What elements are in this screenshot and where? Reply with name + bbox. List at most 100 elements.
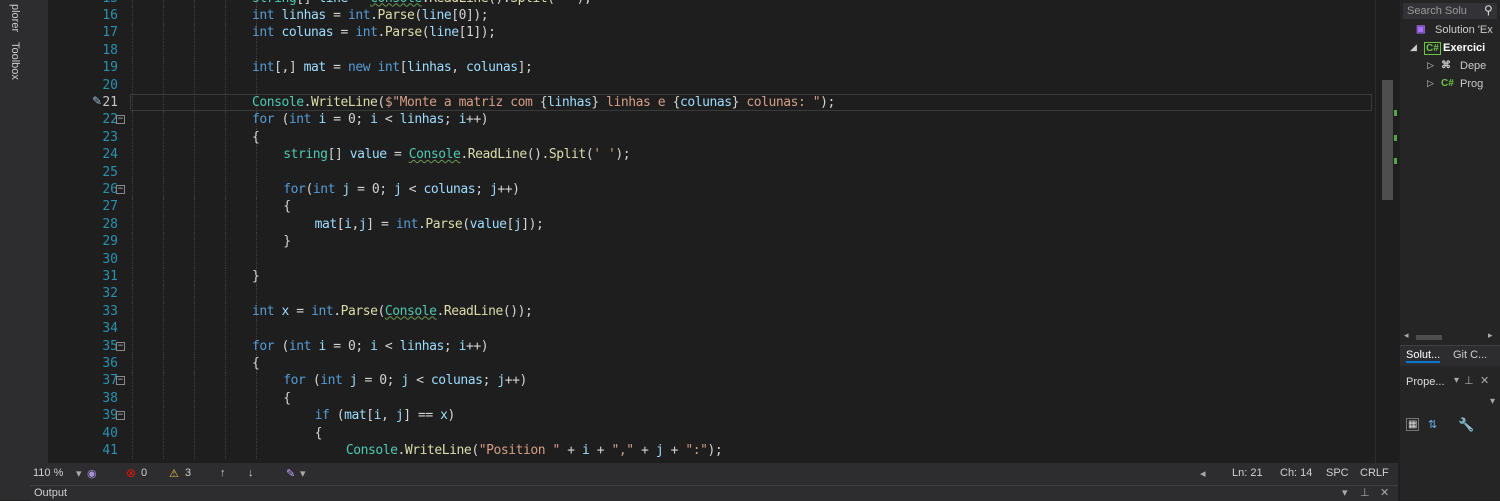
code-editor[interactable]: 15 string[] line = Console.ReadLine().Spl… xyxy=(30,0,1398,463)
code-line[interactable]: 34 xyxy=(30,320,1370,338)
properties-close-icon[interactable]: ✕ xyxy=(1480,374,1489,387)
line-number: 15 xyxy=(48,0,118,7)
code-line[interactable]: 20 xyxy=(30,76,1370,94)
code-text[interactable]: int colunas = int.Parse(line[1]); xyxy=(252,24,496,41)
code-text[interactable]: if (mat[i, j] == x) xyxy=(315,407,456,424)
code-line[interactable]: 33 int x = int.Parse(Console.ReadLine()); xyxy=(30,302,1370,321)
output-panel-title[interactable]: Output xyxy=(34,487,67,499)
code-text[interactable]: int x = int.Parse(Console.ReadLine()); xyxy=(252,303,533,320)
code-line[interactable]: 17 int colunas = int.Parse(line[1]); xyxy=(30,24,1370,42)
code-text[interactable]: { xyxy=(252,129,260,146)
scrollbar-thumb[interactable] xyxy=(1382,80,1393,200)
code-line[interactable]: 37− for (int j = 0; j < colunas; j++) xyxy=(30,372,1370,390)
code-line[interactable]: 28 mat[i,j] = int.Parse(value[j]); xyxy=(30,215,1370,234)
warning-count[interactable]: 3 xyxy=(185,467,191,479)
output-close-icon[interactable]: ✕ xyxy=(1380,486,1389,499)
code-line[interactable]: 40 { xyxy=(30,424,1370,442)
code-text[interactable]: for (int i = 0; i < linhas; i++) xyxy=(252,338,489,355)
scroll-right-icon[interactable]: ▸ xyxy=(1488,330,1493,341)
code-line[interactable]: 15 string[] line = Console.ReadLine().Spl… xyxy=(30,0,1370,7)
collapse-arrow-icon[interactable]: ◢ xyxy=(1410,42,1417,53)
tab-solution-explorer[interactable]: Solut... xyxy=(1406,349,1441,363)
code-text[interactable]: Console.WriteLine($"Monte a matriz com {… xyxy=(252,94,835,111)
column-indicator[interactable]: Ch: 14 xyxy=(1280,467,1312,479)
code-line[interactable]: 41 Console.WriteLine("Position " + i + ",… xyxy=(30,441,1370,460)
indent-guide xyxy=(163,302,164,321)
next-issue-arrow-icon[interactable]: ↓ xyxy=(248,467,254,479)
indent-guide xyxy=(163,441,164,460)
output-pin-icon[interactable]: ⊥ xyxy=(1360,486,1370,499)
expand-arrow-icon[interactable]: ▷ xyxy=(1427,78,1434,89)
code-line[interactable]: 29} xyxy=(30,233,1370,251)
code-line[interactable]: 38 { xyxy=(30,389,1370,408)
scrollbar-thumb[interactable] xyxy=(1416,335,1442,340)
code-line[interactable]: 22− for (int i = 0; i < linhas; i++) xyxy=(30,111,1370,129)
solution-search-input[interactable]: Search Solu xyxy=(1403,3,1497,19)
code-line[interactable]: 27 { xyxy=(30,198,1370,216)
collapse-region-icon[interactable]: − xyxy=(116,341,125,351)
alphabetical-sort-icon[interactable]: ⇅ xyxy=(1428,418,1437,431)
properties-dropdown-icon[interactable]: ▾ xyxy=(1454,375,1459,386)
collapse-region-icon[interactable]: − xyxy=(116,411,125,421)
collapse-region-icon[interactable]: − xyxy=(116,184,125,194)
code-text[interactable]: { xyxy=(283,390,291,407)
code-line[interactable]: 19 int[,] mat = new int[linhas, colunas]; xyxy=(30,59,1370,77)
code-line[interactable]: 35− for (int i = 0; i < linhas; i++) xyxy=(30,337,1370,355)
code-text[interactable]: { xyxy=(315,425,323,442)
search-icon[interactable]: ⚲ xyxy=(1484,3,1493,17)
expand-arrow-icon[interactable]: ▷ xyxy=(1427,60,1434,71)
error-icon[interactable]: ⊗ xyxy=(126,466,136,480)
code-text[interactable]: string[] value = Console.ReadLine().Spli… xyxy=(283,146,630,163)
properties-title[interactable]: Prope... xyxy=(1406,376,1445,388)
code-cleanup-dropdown-icon[interactable]: ▾ xyxy=(300,467,306,480)
solution-explorer-side-tab[interactable]: plorer xyxy=(9,4,21,32)
code-text[interactable]: int linhas = int.Parse(line[0]); xyxy=(252,7,489,24)
code-line[interactable]: 18 xyxy=(30,41,1370,60)
code-line[interactable]: 32 xyxy=(30,285,1370,303)
zoom-level[interactable]: 110 % xyxy=(33,467,63,479)
code-line[interactable]: 31} xyxy=(30,267,1370,286)
code-text[interactable]: } xyxy=(252,268,260,285)
scroll-left-icon[interactable]: ◂ xyxy=(1200,467,1206,480)
warning-icon[interactable]: ⚠ xyxy=(169,467,179,480)
tab-git-changes[interactable]: Git C... xyxy=(1453,349,1487,361)
zoom-dropdown-icon[interactable]: ▾ xyxy=(76,467,82,480)
object-dropdown-icon[interactable]: ▾ xyxy=(1490,396,1495,407)
code-text[interactable]: mat[i,j] = int.Parse(value[j]); xyxy=(315,216,544,233)
code-line[interactable]: 16 int linhas = int.Parse(line[0]); xyxy=(30,6,1370,25)
code-text[interactable]: for (int j = 0; j < colunas; j++) xyxy=(283,372,527,389)
code-line[interactable]: 25 xyxy=(30,163,1370,181)
editor-vertical-scrollbar[interactable] xyxy=(1375,0,1398,463)
code-text[interactable]: } xyxy=(283,233,291,250)
ai-assist-icon[interactable]: ◉ xyxy=(87,467,97,480)
code-line[interactable]: 26− for(int j = 0; j < colunas; j++) xyxy=(30,180,1370,199)
code-text[interactable]: for(int j = 0; j < colunas; j++) xyxy=(283,181,520,198)
code-line[interactable]: 24 string[] value = Console.ReadLine().Sp… xyxy=(30,146,1370,164)
code-text[interactable]: { xyxy=(252,355,260,372)
code-text[interactable]: Console.WriteLine("Position " + i + "," … xyxy=(346,442,723,459)
collapse-region-icon[interactable]: − xyxy=(116,115,125,125)
line-indicator[interactable]: Ln: 21 xyxy=(1232,467,1263,479)
code-line[interactable]: 36 { xyxy=(30,354,1370,373)
code-line[interactable]: 39− if (mat[i, j] == x) xyxy=(30,407,1370,425)
error-count[interactable]: 0 xyxy=(141,467,147,479)
toolbox-side-tab[interactable]: Toolbox xyxy=(9,42,21,80)
code-line[interactable]: ✎ 21 Console.WriteLine($"Monte a matriz co… xyxy=(30,93,1372,112)
collapse-region-icon[interactable]: − xyxy=(116,376,125,386)
previous-issue-arrow-icon[interactable]: ↑ xyxy=(220,467,226,479)
spaces-indicator[interactable]: SPC xyxy=(1326,467,1349,479)
output-dropdown-icon[interactable]: ▾ xyxy=(1342,486,1348,499)
line-ending-indicator[interactable]: CRLF xyxy=(1360,467,1389,479)
tree-horizontal-scrollbar[interactable]: ◂ ▸ xyxy=(1404,330,1496,343)
code-text[interactable]: { xyxy=(283,198,291,215)
code-text[interactable]: int[,] mat = new int[linhas, colunas]; xyxy=(252,59,533,76)
code-line[interactable]: 23 { xyxy=(30,128,1370,147)
scroll-left-icon[interactable]: ◂ xyxy=(1404,330,1409,341)
code-text[interactable]: for (int i = 0; i < linhas; i++) xyxy=(252,111,489,128)
properties-pin-icon[interactable]: ⊥ xyxy=(1464,374,1474,387)
code-text[interactable]: string[] line = Console.ReadLine().Split… xyxy=(252,0,592,7)
code-line[interactable]: 30 xyxy=(30,250,1370,268)
property-pages-wrench-icon[interactable]: 🔧 xyxy=(1458,417,1474,433)
code-cleanup-brush-icon[interactable]: ✎ xyxy=(286,467,295,480)
categorized-icon[interactable]: ▦ xyxy=(1406,418,1420,431)
